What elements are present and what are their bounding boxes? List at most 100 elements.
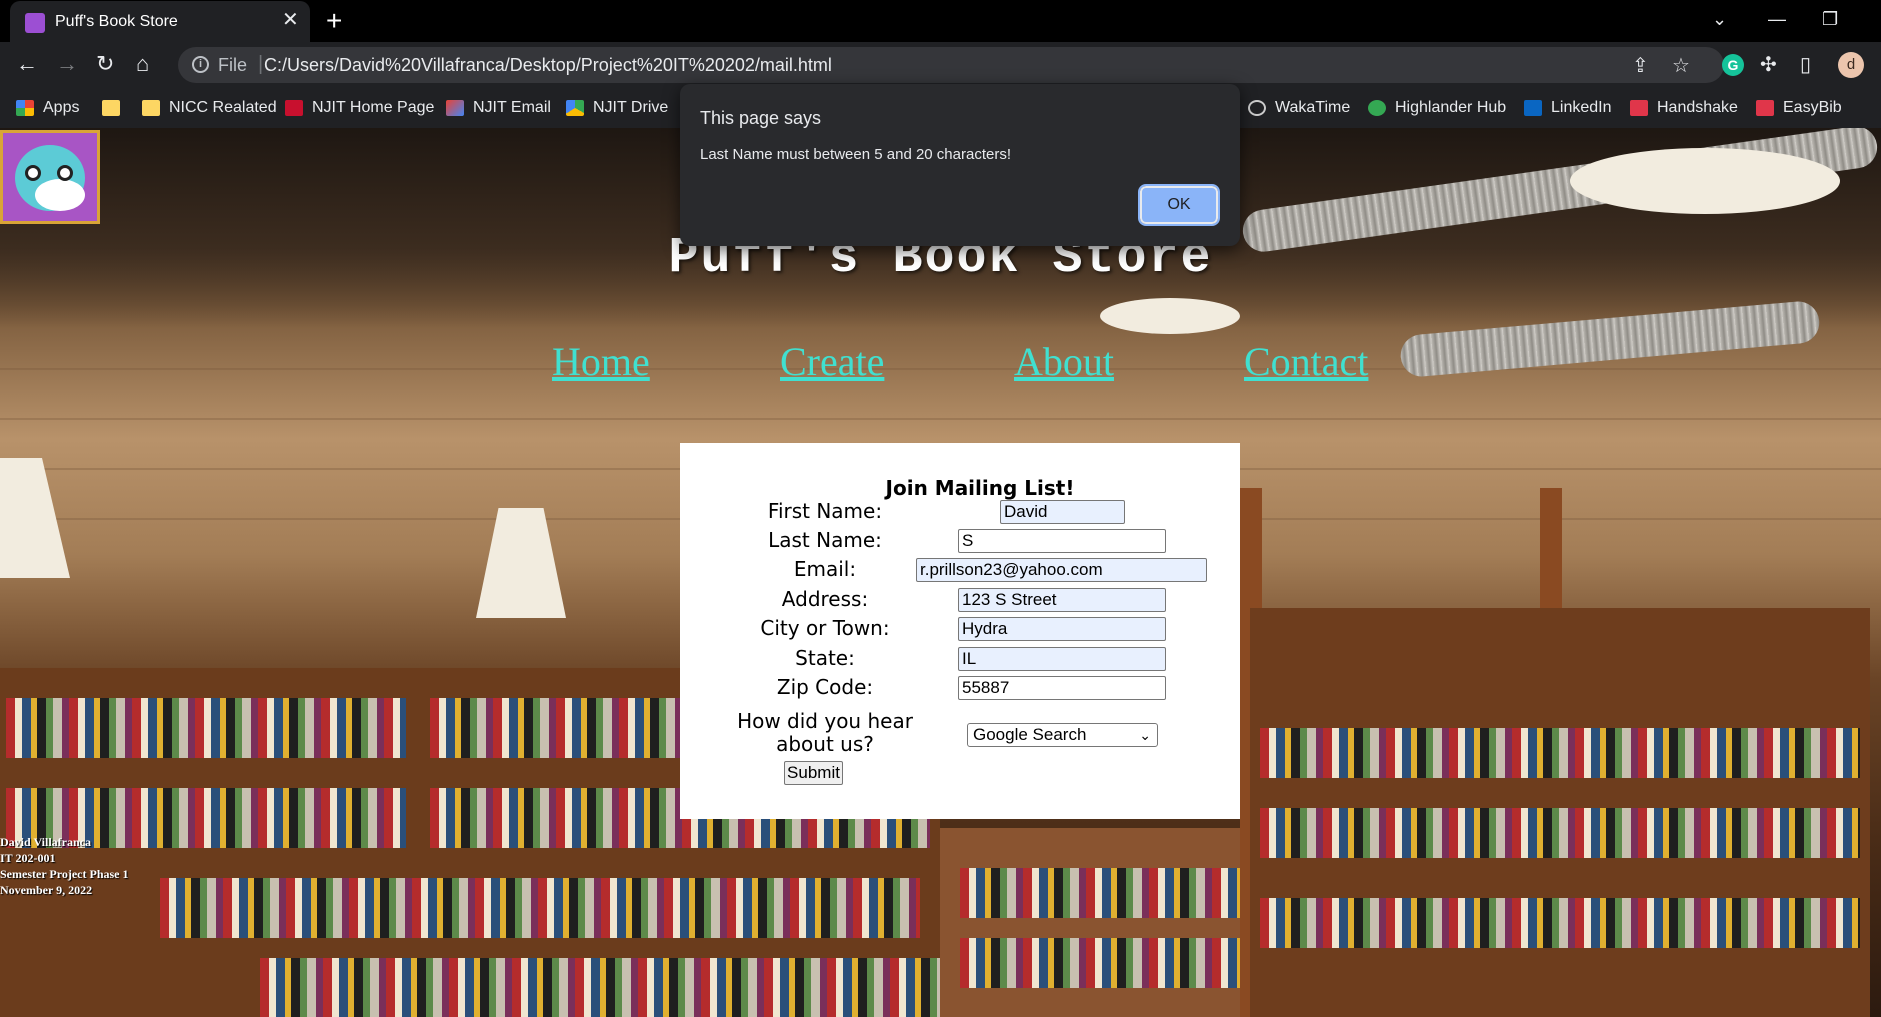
new-tab-icon[interactable]: + <box>326 7 342 35</box>
form-title: Join Mailing List! <box>885 476 1075 500</box>
pufferfish-belly <box>35 179 85 211</box>
last-name-field[interactable]: S <box>958 529 1166 553</box>
zip-label: Zip Code: <box>776 675 874 699</box>
share-icon[interactable]: ⇪ <box>1632 53 1649 78</box>
url-scheme: File <box>218 55 248 75</box>
bookmark-nicc[interactable]: NICC Realated <box>142 97 277 119</box>
page-viewport[interactable]: Puff's Book Store Home Create About Cont… <box>0 128 1881 1017</box>
bookmark-handshake[interactable]: Handshake <box>1630 97 1738 119</box>
books-row <box>160 878 920 938</box>
address-label: Address: <box>781 587 869 611</box>
address-field[interactable]: 123 S Street <box>958 588 1166 612</box>
reload-icon[interactable]: ↻ <box>96 52 114 76</box>
folder-icon <box>142 100 160 116</box>
books-row <box>260 958 940 1017</box>
bookmark-label: WakaTime <box>1275 99 1351 116</box>
alert-dialog: This page says Last Name must between 5 … <box>680 84 1240 246</box>
nav-link-create[interactable]: Create <box>780 338 884 385</box>
nav-link-home[interactable]: Home <box>552 338 650 385</box>
bookmark-easybib[interactable]: EasyBib <box>1756 97 1842 119</box>
tab-favicon-icon <box>25 13 45 33</box>
bookmark-highlander-hub[interactable]: Highlander Hub <box>1368 97 1506 119</box>
gmail-icon <box>446 100 464 116</box>
books-row <box>430 698 680 758</box>
credit-line: IT 202-001 <box>0 851 56 865</box>
ceiling-light <box>1100 298 1240 334</box>
hear-about-label-line2: about us? <box>776 732 874 756</box>
credit-line: Semester Project Phase 1 <box>0 867 129 881</box>
bookmark-star-icon[interactable]: ☆ <box>1672 53 1690 78</box>
google-drive-icon <box>566 100 584 116</box>
background-plank <box>0 418 1881 420</box>
dialog-message: Last Name must between 5 and 20 characte… <box>700 146 1012 163</box>
pufferfish-eye <box>25 165 41 181</box>
state-field[interactable]: IL <box>958 647 1166 671</box>
bookmark-label: NJIT Email <box>473 99 551 116</box>
email-label: Email: <box>793 557 857 581</box>
tab-search-icon[interactable]: ⌄ <box>1712 9 1727 30</box>
wakatime-icon <box>1248 100 1266 116</box>
last-name-label: Last Name: <box>768 528 882 552</box>
mailing-list-form: Join Mailing List! First Name: David Las… <box>680 443 1240 819</box>
email-field[interactable]: r.prillson23@yahoo.com <box>916 558 1207 582</box>
profile-avatar[interactable]: d <box>1838 52 1864 78</box>
tab-title: Puff's Book Store <box>55 13 178 30</box>
bookmark-label: EasyBib <box>1783 99 1842 116</box>
bookmark-apps[interactable]: Apps <box>16 97 79 119</box>
back-icon[interactable]: ← <box>16 52 38 76</box>
side-panel-icon[interactable]: ▯ <box>1800 52 1811 77</box>
hear-about-label: How did you hear <box>737 709 913 733</box>
tab-close-icon[interactable]: ✕ <box>282 10 299 30</box>
easybib-icon <box>1756 100 1774 116</box>
submit-button[interactable]: Submit <box>784 761 843 785</box>
zip-field[interactable]: 55887 <box>958 676 1166 700</box>
bookmark-label: NICC Realated <box>169 99 277 116</box>
chevron-down-icon: ⌄ <box>1139 727 1151 743</box>
city-label: City or Town: <box>760 616 890 640</box>
first-name-field[interactable]: David <box>1000 500 1125 524</box>
njit-logo-icon <box>285 100 303 116</box>
first-name-label: First Name: <box>767 499 883 523</box>
books-row <box>1260 808 1860 858</box>
ok-button[interactable]: OK <box>1138 184 1220 226</box>
state-label: State: <box>795 646 855 670</box>
folder-icon <box>102 100 120 116</box>
author-credits: David Villafranca IT 202-001 Semester Pr… <box>0 834 129 898</box>
url-separator: | <box>258 53 264 75</box>
bookmark-label: LinkedIn <box>1551 99 1612 116</box>
nav-link-about[interactable]: About <box>1014 338 1114 385</box>
forward-icon[interactable]: → <box>56 52 78 76</box>
bookmark-njit-home[interactable]: NJIT Home Page <box>285 97 434 119</box>
extensions-puzzle-icon[interactable]: ✣ <box>1760 52 1777 77</box>
nav-link-contact[interactable]: Contact <box>1244 338 1368 385</box>
bookmark-njit-drive[interactable]: NJIT Drive <box>566 97 668 119</box>
minimize-icon[interactable]: — <box>1768 9 1786 30</box>
books-row <box>1260 898 1860 948</box>
credit-line: November 9, 2022 <box>0 883 93 897</box>
site-nav: Home Create About Contact <box>0 338 1881 388</box>
restore-icon[interactable]: ❐ <box>1822 9 1838 30</box>
home-icon[interactable]: ⌂ <box>136 52 149 76</box>
url-text[interactable]: C:/Users/David%20Villafranca/Desktop/Pro… <box>264 55 832 76</box>
grammarly-extension-icon[interactable]: G <box>1722 54 1744 76</box>
info-icon[interactable]: i <box>192 56 209 73</box>
bookmark-wakatime[interactable]: WakaTime <box>1248 97 1350 119</box>
hear-about-select[interactable]: Google Search ⌄ <box>967 723 1158 747</box>
bookmark-folder[interactable] <box>102 97 129 119</box>
site-logo <box>0 130 100 224</box>
bookmark-label: Highlander Hub <box>1395 99 1507 116</box>
browser-toolbar: ← → ↻ ⌂ i File | C:/Users/David%20Villaf… <box>0 42 1881 88</box>
city-field[interactable]: Hydra <box>958 617 1166 641</box>
pendant-lamp <box>476 508 566 618</box>
address-bar[interactable]: i File | C:/Users/David%20Villafranca/De… <box>178 47 1724 83</box>
bookmark-label: NJIT Home Page <box>312 99 435 116</box>
browser-tab[interactable]: Puff's Book Store ✕ <box>10 1 310 42</box>
highlander-hub-icon <box>1368 100 1386 116</box>
credit-line: David Villafranca <box>0 835 92 849</box>
ceiling-light <box>1570 148 1840 214</box>
bookmark-njit-email[interactable]: NJIT Email <box>446 97 551 119</box>
hear-about-selected: Google Search <box>973 725 1087 744</box>
handshake-icon <box>1630 100 1648 116</box>
books-row <box>6 698 406 758</box>
bookmark-linkedin[interactable]: LinkedIn <box>1524 97 1612 119</box>
